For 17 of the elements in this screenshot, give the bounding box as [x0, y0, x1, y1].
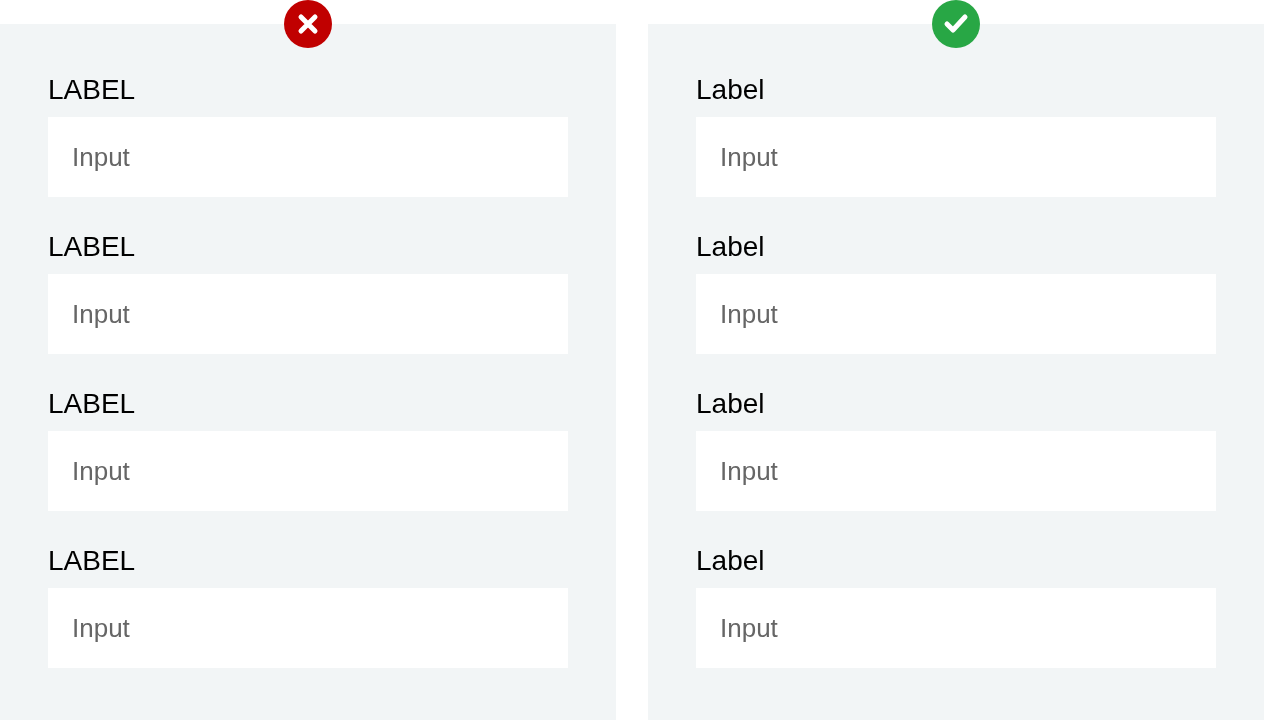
field-label: Label — [696, 387, 766, 421]
field-label: LABEL — [48, 73, 137, 107]
field-label: Label — [696, 544, 766, 578]
input-field[interactable]: Input — [48, 588, 568, 668]
check-icon — [932, 0, 980, 48]
field-label: Label — [696, 230, 766, 264]
field-label: LABEL — [48, 544, 137, 578]
input-field[interactable]: Input — [48, 274, 568, 354]
input-field[interactable]: Input — [696, 274, 1216, 354]
input-field[interactable]: Input — [48, 117, 568, 197]
field-label: LABEL — [48, 230, 137, 264]
input-field[interactable]: Input — [48, 431, 568, 511]
field-label: Label — [696, 73, 766, 107]
input-field[interactable]: Input — [696, 431, 1216, 511]
input-field[interactable]: Input — [696, 117, 1216, 197]
field-label: LABEL — [48, 387, 137, 421]
input-field[interactable]: Input — [696, 588, 1216, 668]
